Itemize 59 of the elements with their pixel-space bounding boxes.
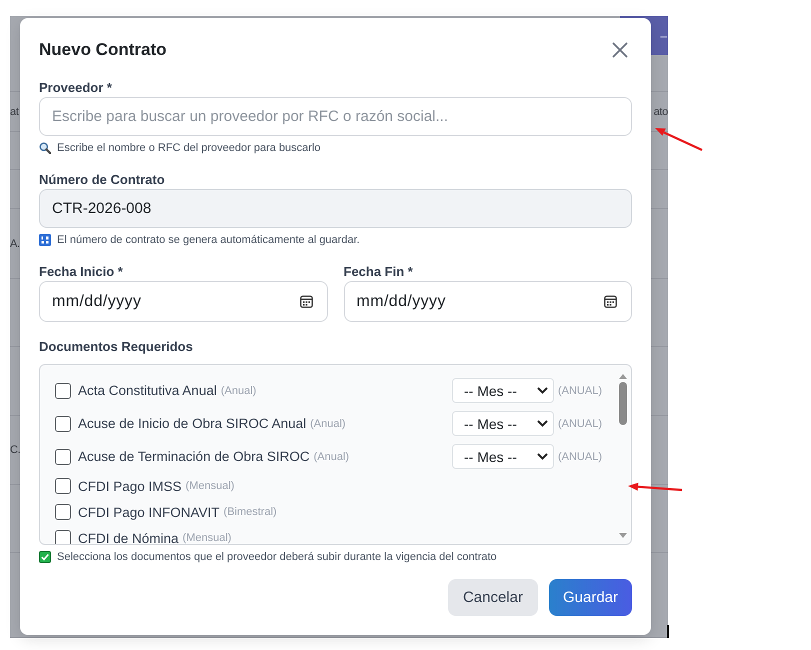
cancel-button[interactable]: Cancelar [448, 579, 538, 616]
chevron-down-icon [536, 420, 548, 427]
table-cell: ato [654, 106, 668, 118]
document-name: Acta Constitutiva Anual [78, 383, 217, 398]
save-button[interactable]: Guardar [548, 579, 632, 616]
search-icon [39, 142, 51, 154]
scroll-down-icon[interactable] [619, 533, 627, 538]
table-cell: A. [10, 238, 20, 250]
document-name: CFDI Pago INFONAVIT [78, 504, 220, 520]
period-label: (ANUAL) [558, 450, 602, 462]
frequency-label: (Bimestral) [224, 506, 277, 518]
calendar-icon[interactable] [300, 295, 312, 308]
document-name: Acuse de Inicio de Obra SIROC Anual [78, 416, 306, 431]
month-select[interactable]: -- Mes -- [452, 411, 554, 436]
checkbox[interactable] [55, 382, 71, 398]
numbers-icon [39, 234, 51, 246]
checkbox[interactable] [55, 504, 71, 520]
annotation-arrow [627, 482, 683, 492]
hint-text: Selecciona los documentos que el proveedor deberá subir durante la vigencia del contrato [57, 550, 497, 564]
annotation-arrow [654, 127, 705, 152]
frequency-label: (Anual) [314, 450, 350, 462]
checkbox[interactable] [55, 530, 71, 544]
scroll-up-icon[interactable] [619, 374, 627, 379]
chevron-down-icon [536, 453, 548, 460]
contract-number-field[interactable]: CTR-2026-008 [39, 189, 632, 228]
frequency-label: (Mensual) [182, 532, 232, 544]
dialog-title: Nuevo Contrato [39, 40, 166, 60]
provider-search-field[interactable]: Escribe para buscar un proveedor por RFC o razón social... [39, 97, 632, 136]
frequency-label: (Mensual) [186, 480, 234, 492]
document-name: Acuse de Terminación de Obra SIROC [78, 449, 310, 464]
checkbox[interactable] [55, 416, 71, 432]
chevron-down-icon [536, 387, 548, 394]
date-field[interactable]: mm/dd/yyyy [344, 281, 632, 322]
field-label: Documentos Requeridos [39, 339, 194, 355]
table-cell: C. [10, 444, 20, 456]
checkbox[interactable] [55, 448, 71, 464]
calendar-icon[interactable] [604, 295, 617, 308]
document-name: CFDI de Nómina [78, 530, 179, 544]
close-button[interactable] [612, 42, 628, 58]
period-label: (ANUAL) [558, 384, 602, 396]
month-select[interactable]: -- Mes -- [452, 378, 554, 403]
document-name: CFDI Pago IMSS [78, 478, 182, 494]
checkbox[interactable] [55, 478, 71, 494]
frequency-label: (Anual) [310, 418, 346, 430]
field-label: Fecha Fin * [344, 264, 414, 280]
hint-text: El número de contrato se genera automáticamente al guardar. [57, 233, 360, 247]
field-label: Número de Contrato [39, 172, 166, 188]
close-icon [612, 42, 628, 58]
date-field[interactable]: mm/dd/yyyy [39, 281, 328, 322]
scrollbar-thumb[interactable] [619, 382, 627, 425]
table-cell: at [10, 106, 19, 118]
frequency-label: (Anual) [220, 384, 256, 396]
header-text: – [660, 28, 667, 42]
hint-text: Escribe el nombre o RFC del proveedor para buscarlo [57, 141, 321, 155]
field-label: Proveedor * [39, 80, 113, 96]
month-select[interactable]: -- Mes -- [452, 444, 554, 469]
check-icon [39, 551, 51, 563]
period-label: (ANUAL) [558, 418, 602, 430]
field-label: Fecha Inicio * [39, 264, 124, 280]
